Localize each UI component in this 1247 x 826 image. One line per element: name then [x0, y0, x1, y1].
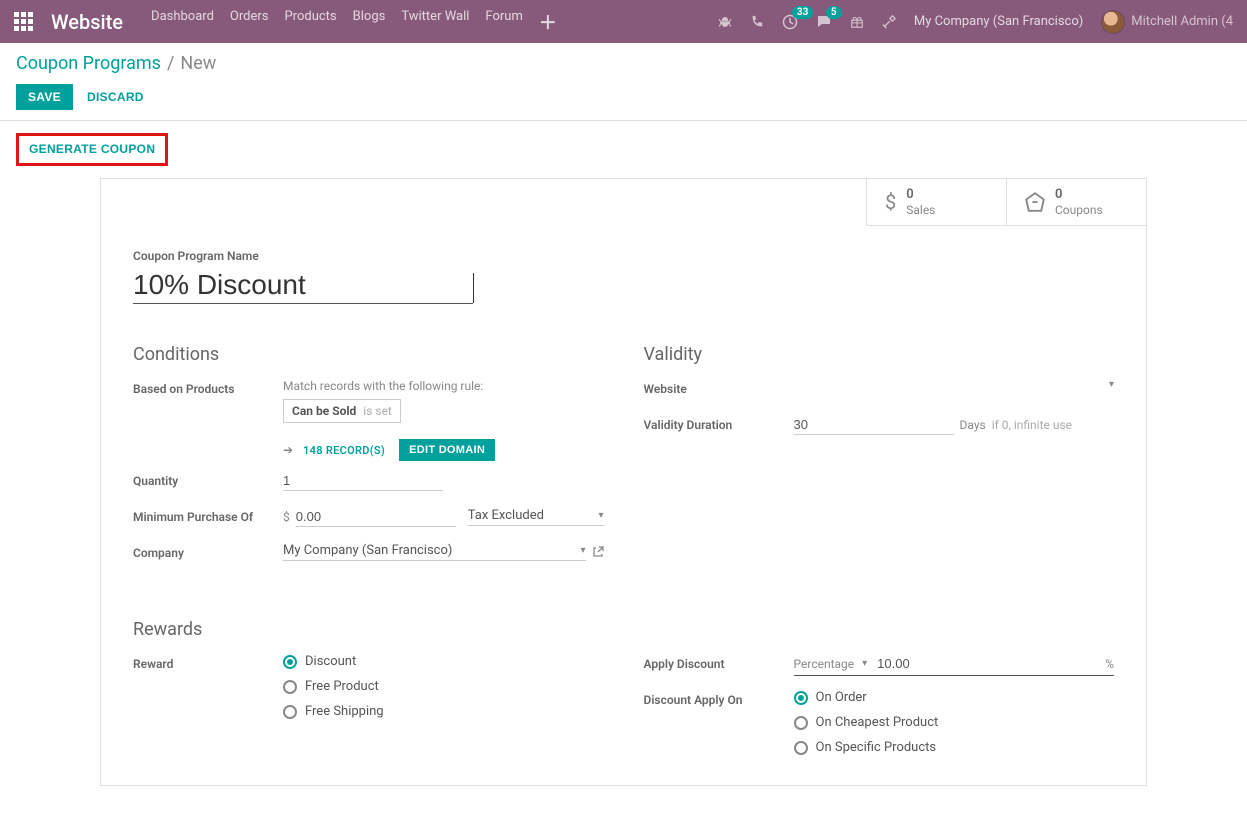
bug-icon[interactable] [718, 15, 732, 29]
arrow-right-icon: ➔ [283, 443, 293, 457]
stat-sales[interactable]: $ 0 Sales [866, 179, 1006, 226]
rewards-title: Rewards [133, 619, 1114, 640]
tools-icon[interactable] [882, 15, 896, 29]
company-label: Company [133, 543, 283, 560]
user-menu[interactable]: Mitchell Admin (4 [1101, 10, 1233, 34]
duration-unit: Days [960, 418, 986, 432]
quantity-input[interactable] [283, 471, 443, 491]
stat-sales-value: 0 [906, 187, 935, 203]
nav-add-icon[interactable]: ＋ [539, 9, 557, 35]
brand-title[interactable]: Website [51, 10, 123, 34]
user-name: Mitchell Admin (4 [1131, 14, 1233, 29]
validity-title: Validity [644, 344, 1115, 365]
generate-coupon-highlight: GENERATE COUPON [16, 133, 168, 166]
phone-icon[interactable] [750, 15, 764, 29]
tag-icon [1025, 192, 1045, 212]
chevron-down-icon[interactable]: ▾ [1109, 379, 1114, 390]
gift-icon[interactable] [850, 15, 864, 29]
form-sheet: $ 0 Sales 0 Coupons Coupon Program Name [100, 178, 1147, 786]
dollar-icon: $ [885, 190, 896, 214]
chat-icon[interactable]: 5 [816, 14, 832, 30]
nav-blogs[interactable]: Blogs [353, 9, 386, 35]
form-status-bar: GENERATE COUPON [0, 120, 1247, 178]
breadcrumb-current: New [180, 53, 216, 74]
nav-products[interactable]: Products [284, 9, 336, 35]
reward-option-discount[interactable]: Discount [283, 654, 604, 669]
activities-badge: 33 [792, 6, 813, 19]
company-selector[interactable]: My Company (San Francisco) [914, 14, 1083, 29]
save-button[interactable]: SAVE [16, 84, 73, 110]
chevron-down-icon[interactable]: ▾ [862, 658, 867, 669]
breadcrumb: Coupon Programs / New [16, 53, 1231, 74]
clock-icon[interactable]: 33 [782, 14, 798, 30]
chevron-down-icon[interactable]: ▾ [598, 510, 603, 521]
control-panel: Coupon Programs / New SAVE DISCARD [0, 43, 1247, 110]
text-cursor [473, 273, 474, 303]
tax-select[interactable]: Tax Excluded [468, 508, 544, 523]
nav-twitter-wall[interactable]: Twitter Wall [401, 9, 469, 35]
stat-sales-label: Sales [906, 203, 935, 217]
min-purchase-label: Minimum Purchase Of [133, 507, 283, 524]
conditions-title: Conditions [133, 344, 604, 365]
program-name-input[interactable] [133, 267, 473, 304]
apply-on-specific[interactable]: On Specific Products [794, 740, 1115, 755]
stat-coupons-label: Coupons [1055, 203, 1103, 217]
nav-forum[interactable]: Forum [485, 9, 522, 35]
discard-button[interactable]: DISCARD [87, 90, 144, 104]
avatar [1101, 10, 1125, 34]
discount-apply-on-label: Discount Apply On [644, 690, 794, 707]
program-name-label: Coupon Program Name [133, 249, 1114, 263]
generate-coupon-button[interactable]: GENERATE COUPON [29, 142, 155, 156]
records-link[interactable]: 148 RECORD(S) [303, 444, 385, 457]
stat-coupons[interactable]: 0 Coupons [1006, 179, 1146, 226]
nav-dashboard[interactable]: Dashboard [151, 9, 214, 35]
website-label: Website [644, 379, 794, 396]
duration-label: Validity Duration [644, 415, 794, 432]
chevron-down-icon[interactable]: ▾ [580, 545, 585, 556]
based-on-label: Based on Products [133, 379, 283, 396]
nav-orders[interactable]: Orders [230, 9, 269, 35]
apply-on-cheapest[interactable]: On Cheapest Product [794, 715, 1115, 730]
discount-type-select[interactable]: Percentage [794, 657, 855, 671]
match-rule-text: Match records with the following rule: [283, 379, 604, 393]
nav-items: Dashboard Orders Products Blogs Twitter … [151, 9, 557, 35]
edit-domain-button[interactable]: EDIT DOMAIN [399, 439, 495, 461]
apply-discount-label: Apply Discount [644, 654, 794, 671]
quantity-label: Quantity [133, 471, 283, 488]
company-select[interactable]: My Company (San Francisco) [283, 543, 452, 558]
reward-option-free-shipping[interactable]: Free Shipping [283, 704, 604, 719]
domain-chip: Can be Sold is set [283, 399, 401, 423]
reward-option-free-product[interactable]: Free Product [283, 679, 604, 694]
min-purchase-input[interactable] [296, 507, 456, 527]
messages-badge: 5 [826, 6, 842, 19]
currency-symbol: $ [283, 510, 290, 524]
breadcrumb-root[interactable]: Coupon Programs [16, 53, 161, 74]
stat-coupons-value: 0 [1055, 187, 1103, 203]
external-link-icon[interactable] [592, 546, 604, 558]
top-navbar: Website Dashboard Orders Products Blogs … [0, 0, 1247, 43]
discount-unit: % [1105, 657, 1114, 671]
duration-hint: if 0, infinite use [992, 418, 1072, 432]
reward-label: Reward [133, 654, 283, 671]
duration-input[interactable] [794, 415, 954, 435]
apps-icon[interactable] [14, 12, 33, 31]
apply-on-order[interactable]: On Order [794, 690, 1115, 705]
discount-value-input[interactable] [877, 654, 1099, 673]
